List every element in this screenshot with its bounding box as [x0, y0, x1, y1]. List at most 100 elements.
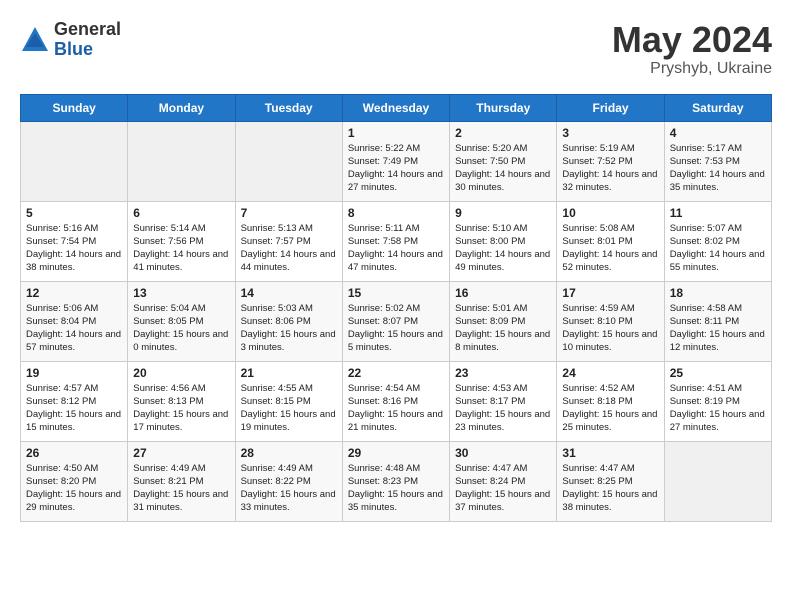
day-info: Sunrise: 4:56 AMSunset: 8:13 PMDaylight:…: [133, 382, 229, 435]
calendar-page: General Blue May 2024 Pryshyb, Ukraine S…: [0, 0, 792, 532]
calendar-cell: 28Sunrise: 4:49 AMSunset: 8:22 PMDayligh…: [235, 441, 342, 521]
day-number: 31: [562, 446, 658, 460]
day-info: Sunrise: 4:57 AMSunset: 8:12 PMDaylight:…: [26, 382, 122, 435]
day-info: Sunrise: 4:54 AMSunset: 8:16 PMDaylight:…: [348, 382, 444, 435]
calendar-cell: 19 Sunrise: 4:57 AMSunset: 8:12 PMDayligh…: [21, 361, 128, 441]
header-day: Saturday: [664, 94, 771, 121]
calendar-cell: 15 Sunrise: 5:02 AMSunset: 8:07 PMDayligh…: [342, 281, 449, 361]
calendar-cell: 26Sunrise: 4:50 AMSunset: 8:20 PMDayligh…: [21, 441, 128, 521]
calendar-body: 1 Sunrise: 5:22 AMSunset: 7:49 PMDaylight…: [21, 121, 772, 521]
calendar-cell: 6 Sunrise: 5:14 AMSunset: 7:56 PMDaylight…: [128, 201, 235, 281]
calendar-cell: 25 Sunrise: 4:51 AMSunset: 8:19 PMDayligh…: [664, 361, 771, 441]
day-info: Sunrise: 4:52 AMSunset: 8:18 PMDaylight:…: [562, 382, 658, 435]
day-info: Sunrise: 4:47 AMSunset: 8:25 PMDaylight:…: [562, 462, 658, 515]
day-info: Sunrise: 4:53 AMSunset: 8:17 PMDaylight:…: [455, 382, 551, 435]
calendar-cell: [235, 121, 342, 201]
logo-general: General: [54, 20, 121, 40]
calendar-cell: 9Sunrise: 5:10 AMSunset: 8:00 PMDaylight…: [450, 201, 557, 281]
calendar-cell: 29 Sunrise: 4:48 AMSunset: 8:23 PMDayligh…: [342, 441, 449, 521]
calendar-cell: 2 Sunrise: 5:20 AMSunset: 7:50 PMDaylight…: [450, 121, 557, 201]
calendar-cell: 24 Sunrise: 4:52 AMSunset: 8:18 PMDayligh…: [557, 361, 664, 441]
day-number: 24: [562, 366, 658, 380]
calendar-cell: 3Sunrise: 5:19 AMSunset: 7:52 PMDaylight…: [557, 121, 664, 201]
calendar-cell: 30Sunrise: 4:47 AMSunset: 8:24 PMDayligh…: [450, 441, 557, 521]
calendar-cell: 7 Sunrise: 5:13 AMSunset: 7:57 PMDaylight…: [235, 201, 342, 281]
header-day: Thursday: [450, 94, 557, 121]
day-info: Sunrise: 5:14 AMSunset: 7:56 PMDaylight:…: [133, 222, 229, 275]
day-number: 21: [241, 366, 337, 380]
day-number: 12: [26, 286, 122, 300]
calendar-cell: 16 Sunrise: 5:01 AMSunset: 8:09 PMDayligh…: [450, 281, 557, 361]
day-info: Sunrise: 5:16 AMSunset: 7:54 PMDaylight:…: [26, 222, 122, 275]
logo-icon: [20, 25, 50, 55]
calendar-cell: 4 Sunrise: 5:17 AMSunset: 7:53 PMDaylight…: [664, 121, 771, 201]
day-info: Sunrise: 4:51 AMSunset: 8:19 PMDaylight:…: [670, 382, 766, 435]
calendar-cell: [128, 121, 235, 201]
day-number: 13: [133, 286, 229, 300]
day-info: Sunrise: 5:13 AMSunset: 7:57 PMDaylight:…: [241, 222, 337, 275]
calendar-cell: 21 Sunrise: 4:55 AMSunset: 8:15 PMDayligh…: [235, 361, 342, 441]
day-number: 23: [455, 366, 551, 380]
day-number: 1: [348, 126, 444, 140]
logo: General Blue: [20, 20, 121, 60]
calendar-cell: 10Sunrise: 5:08 AMSunset: 8:01 PMDayligh…: [557, 201, 664, 281]
day-info: Sunrise: 5:06 AMSunset: 8:04 PMDaylight:…: [26, 302, 122, 355]
header: General Blue May 2024 Pryshyb, Ukraine: [20, 20, 772, 78]
calendar-cell: 31 Sunrise: 4:47 AMSunset: 8:25 PMDayligh…: [557, 441, 664, 521]
day-number: 18: [670, 286, 766, 300]
day-info: Sunrise: 5:04 AMSunset: 8:05 PMDaylight:…: [133, 302, 229, 355]
day-number: 19: [26, 366, 122, 380]
calendar-header: SundayMondayTuesdayWednesdayThursdayFrid…: [21, 94, 772, 121]
day-number: 8: [348, 206, 444, 220]
day-info: Sunrise: 4:58 AMSunset: 8:11 PMDaylight:…: [670, 302, 766, 355]
day-number: 3: [562, 126, 658, 140]
day-info: Sunrise: 5:03 AMSunset: 8:06 PMDaylight:…: [241, 302, 337, 355]
day-number: 11: [670, 206, 766, 220]
header-day: Friday: [557, 94, 664, 121]
day-number: 17: [562, 286, 658, 300]
calendar-cell: 5 Sunrise: 5:16 AMSunset: 7:54 PMDaylight…: [21, 201, 128, 281]
title-block: May 2024 Pryshyb, Ukraine: [612, 20, 772, 78]
calendar-cell: 17 Sunrise: 4:59 AMSunset: 8:10 PMDayligh…: [557, 281, 664, 361]
calendar-week: 1 Sunrise: 5:22 AMSunset: 7:49 PMDaylight…: [21, 121, 772, 201]
calendar-cell: 22 Sunrise: 4:54 AMSunset: 8:16 PMDayligh…: [342, 361, 449, 441]
calendar-cell: 11Sunrise: 5:07 AMSunset: 8:02 PMDayligh…: [664, 201, 771, 281]
calendar-cell: 27Sunrise: 4:49 AMSunset: 8:21 PMDayligh…: [128, 441, 235, 521]
day-number: 27: [133, 446, 229, 460]
day-number: 22: [348, 366, 444, 380]
header-row: SundayMondayTuesdayWednesdayThursdayFrid…: [21, 94, 772, 121]
day-number: 2: [455, 126, 551, 140]
day-info: Sunrise: 4:55 AMSunset: 8:15 PMDaylight:…: [241, 382, 337, 435]
calendar-cell: [21, 121, 128, 201]
calendar-table: SundayMondayTuesdayWednesdayThursdayFrid…: [20, 94, 772, 522]
day-number: 5: [26, 206, 122, 220]
day-number: 15: [348, 286, 444, 300]
day-number: 25: [670, 366, 766, 380]
calendar-week: 26Sunrise: 4:50 AMSunset: 8:20 PMDayligh…: [21, 441, 772, 521]
day-info: Sunrise: 5:17 AMSunset: 7:53 PMDaylight:…: [670, 142, 766, 195]
day-number: 6: [133, 206, 229, 220]
day-number: 16: [455, 286, 551, 300]
calendar-cell: 12 Sunrise: 5:06 AMSunset: 8:04 PMDayligh…: [21, 281, 128, 361]
day-number: 26: [26, 446, 122, 460]
day-info: Sunrise: 5:22 AMSunset: 7:49 PMDaylight:…: [348, 142, 444, 195]
day-info: Sunrise: 5:02 AMSunset: 8:07 PMDaylight:…: [348, 302, 444, 355]
calendar-cell: [664, 441, 771, 521]
day-info: Sunrise: 4:59 AMSunset: 8:10 PMDaylight:…: [562, 302, 658, 355]
day-number: 29: [348, 446, 444, 460]
logo-blue: Blue: [54, 40, 121, 60]
day-info: Sunrise: 5:20 AMSunset: 7:50 PMDaylight:…: [455, 142, 551, 195]
day-number: 4: [670, 126, 766, 140]
day-info: Sunrise: 5:11 AMSunset: 7:58 PMDaylight:…: [348, 222, 444, 275]
day-number: 7: [241, 206, 337, 220]
calendar-cell: 14Sunrise: 5:03 AMSunset: 8:06 PMDayligh…: [235, 281, 342, 361]
day-info: Sunrise: 4:48 AMSunset: 8:23 PMDaylight:…: [348, 462, 444, 515]
calendar-title: May 2024: [612, 20, 772, 60]
logo-text: General Blue: [54, 20, 121, 60]
day-number: 28: [241, 446, 337, 460]
day-info: Sunrise: 5:01 AMSunset: 8:09 PMDaylight:…: [455, 302, 551, 355]
day-number: 9: [455, 206, 551, 220]
calendar-week: 19 Sunrise: 4:57 AMSunset: 8:12 PMDayligh…: [21, 361, 772, 441]
calendar-subtitle: Pryshyb, Ukraine: [612, 60, 772, 78]
calendar-cell: 18 Sunrise: 4:58 AMSunset: 8:11 PMDayligh…: [664, 281, 771, 361]
